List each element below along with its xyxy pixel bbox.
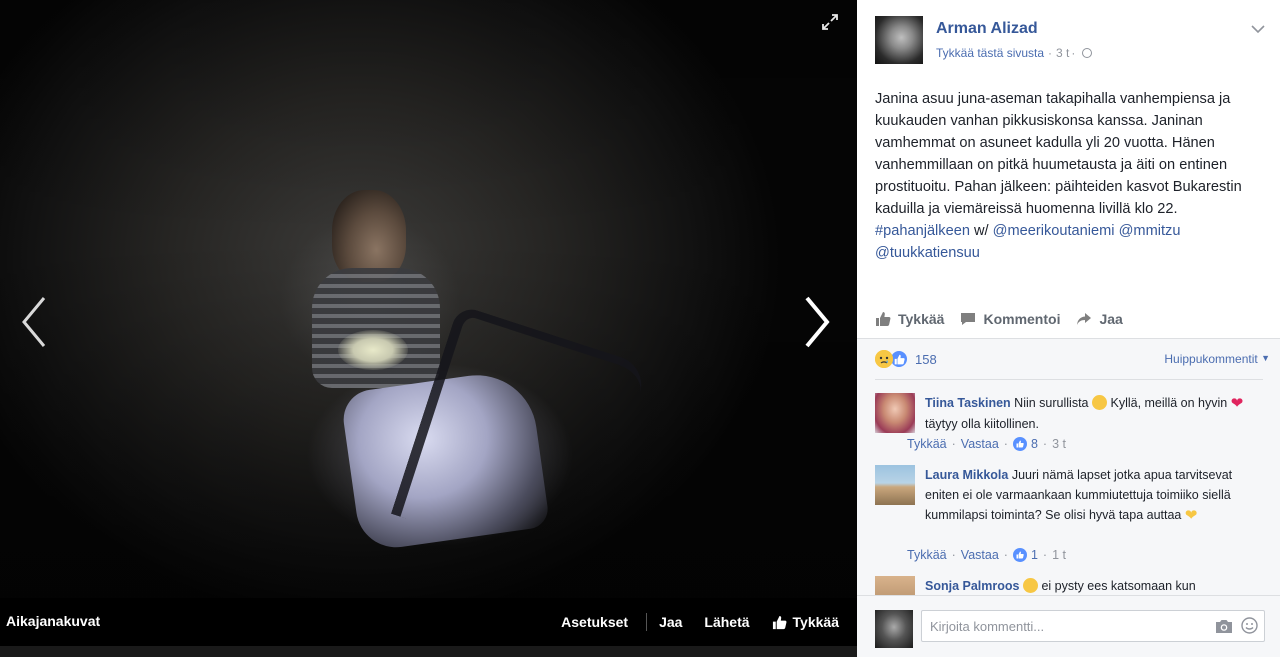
comment-actions: Tykkää · Vastaa · 1 · 1 t: [907, 548, 1066, 562]
emoji-icon[interactable]: [1241, 617, 1258, 634]
sad-reaction-icon: [875, 350, 893, 368]
commenter-avatar[interactable]: [875, 393, 915, 433]
divider: [646, 613, 648, 631]
share-button[interactable]: Jaa: [659, 614, 682, 630]
like-count-icon: [1012, 437, 1027, 451]
comment-input[interactable]: [921, 610, 1265, 642]
share-icon: [1077, 313, 1092, 325]
post-meta: Tykkää tästä sivusta · 3 t ·: [936, 46, 1093, 60]
reaction-count: 158: [915, 351, 937, 367]
reactions-summary[interactable]: 158: [875, 349, 937, 369]
post-header: Arman Alizad Tykkää tästä sivusta · 3 t …: [875, 16, 1265, 66]
commenter-avatar[interactable]: [875, 465, 915, 505]
chevron-down-icon[interactable]: [1251, 24, 1265, 34]
post-time[interactable]: 3 t: [1056, 46, 1069, 60]
like-button[interactable]: Tykkää: [772, 614, 839, 630]
crying-emoji-icon: [1092, 395, 1107, 410]
comment-time[interactable]: 1 t: [1052, 548, 1066, 562]
yellow-heart-emoji-icon: ❤: [1184, 507, 1198, 524]
mention-link[interactable]: @tuukkatiensuu: [875, 245, 980, 261]
comment-like-link[interactable]: Tykkää: [907, 548, 947, 562]
like-page-link[interactable]: Tykkää tästä sivusta: [936, 46, 1044, 60]
post-panel: Arman Alizad Tykkää tästä sivusta · 3 t …: [857, 0, 1280, 657]
like-count-icon: [1012, 548, 1027, 562]
comment-reply-link[interactable]: Vastaa: [961, 548, 999, 562]
thumbs-up-icon: [772, 615, 787, 629]
hashtag-link[interactable]: #pahanjälkeen: [875, 223, 970, 239]
viewer-toolbar: Aikajanakuvat Asetukset Jaa Lähetä Tykkä…: [0, 598, 857, 646]
caret-down-icon: ▼: [1261, 353, 1270, 363]
comment-icon: [961, 313, 976, 325]
photo-viewer: Aikajanakuvat Asetukset Jaa Lähetä Tykkä…: [0, 0, 857, 657]
next-photo-button[interactable]: [797, 292, 837, 352]
commenter-name[interactable]: Laura Mikkola: [925, 468, 1008, 482]
comment-actions: Tykkää · Vastaa · 8 · 3 t: [907, 437, 1066, 451]
post-actions: Tykkää Kommentoi Jaa: [875, 306, 1265, 332]
comment-time[interactable]: 3 t: [1052, 437, 1066, 451]
camera-icon[interactable]: [1215, 618, 1233, 634]
author-name[interactable]: Arman Alizad: [936, 20, 1038, 38]
comment-reply-link[interactable]: Vastaa: [961, 437, 999, 451]
send-button[interactable]: Lähetä: [704, 614, 749, 630]
author-avatar[interactable]: [875, 16, 923, 64]
album-title[interactable]: Aikajanakuvat: [6, 613, 100, 629]
commenter-name[interactable]: Sonja Palmroos: [925, 579, 1019, 593]
post-comment-button[interactable]: Kommentoi: [960, 311, 1060, 327]
previous-photo-button[interactable]: [14, 292, 54, 352]
comment-sort-dropdown[interactable]: Huippukommentit ▼: [1164, 352, 1270, 366]
mention-link[interactable]: @meerikoutaniemi: [993, 223, 1115, 239]
mention-link[interactable]: @mmitzu: [1119, 223, 1181, 239]
comment-like-count[interactable]: 8: [1031, 437, 1038, 451]
heart-emoji-icon: ❤: [1230, 395, 1244, 412]
thumbs-up-icon: [876, 312, 891, 326]
globe-icon: [1082, 48, 1093, 58]
comment-like-count[interactable]: 1: [1031, 548, 1038, 562]
photo[interactable]: [0, 0, 857, 598]
commenter-name[interactable]: Tiina Taskinen: [925, 396, 1011, 410]
comment-composer: [857, 595, 1280, 657]
comment-like-link[interactable]: Tykkää: [907, 437, 947, 451]
sad-emoji-icon: [1022, 578, 1038, 593]
settings-button[interactable]: Asetukset: [561, 614, 628, 630]
post-like-button[interactable]: Tykkää: [875, 311, 944, 327]
post-share-button[interactable]: Jaa: [1076, 311, 1123, 327]
current-user-avatar: [875, 610, 913, 648]
comments-section: 158 Huippukommentit ▼ Tiina Taskinen Nii…: [857, 339, 1280, 657]
post-text: Janina asuu juna-aseman takapihalla vanh…: [875, 91, 1242, 261]
expand-icon[interactable]: [820, 12, 840, 32]
